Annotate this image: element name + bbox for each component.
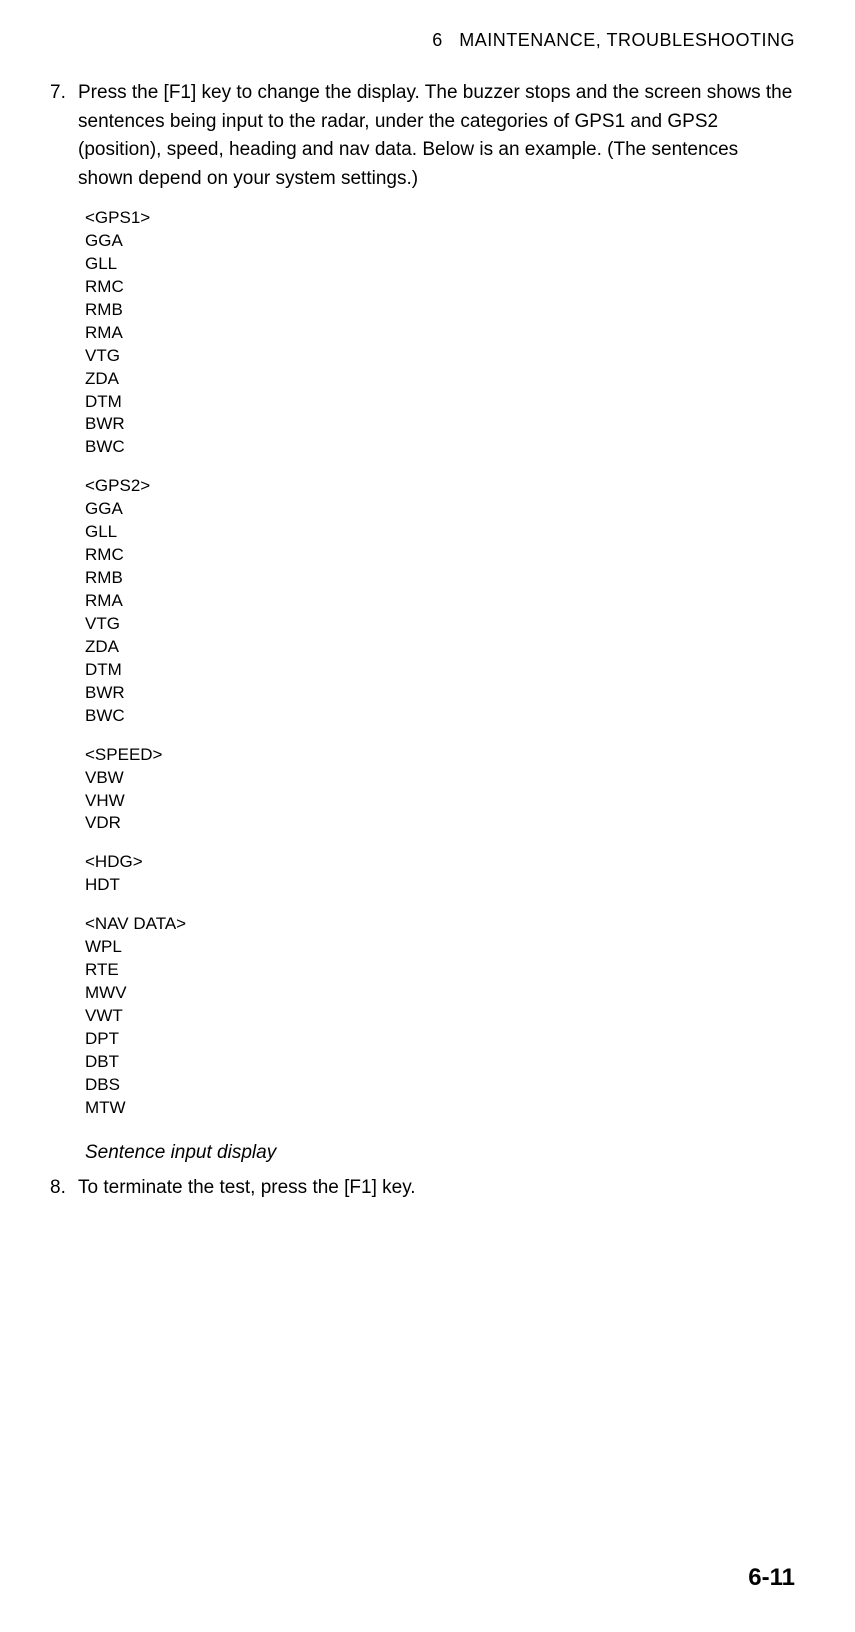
code-line: HDT [85,874,795,897]
code-line: VHW [85,790,795,813]
chapter-title: MAINTENANCE, TROUBLESHOOTING [459,30,795,50]
code-line: RMC [85,276,795,299]
code-line: DTM [85,391,795,414]
code-line: VTG [85,613,795,636]
code-line: GGA [85,498,795,521]
step-7: 7. Press the [F1] key to change the disp… [50,79,795,193]
step-8-number: 8. [50,1174,78,1203]
code-line: DPT [85,1028,795,1051]
code-line: VTG [85,345,795,368]
code-line: VWT [85,1005,795,1028]
code-group-heading: <GPS1> [85,207,795,230]
code-line: BWC [85,436,795,459]
step-8: 8. To terminate the test, press the [F1]… [50,1174,795,1203]
code-line: ZDA [85,368,795,391]
sentence-code-block: <GPS1>GGAGLLRMCRMBRMAVTGZDADTMBWRBWC<GPS… [85,207,795,1120]
code-line: RMA [85,322,795,345]
code-group-heading: <HDG> [85,851,795,874]
code-line: RMC [85,544,795,567]
code-line: WPL [85,936,795,959]
chapter-number: 6 [432,30,443,50]
code-line: ZDA [85,636,795,659]
code-line: RMB [85,567,795,590]
code-line: MTW [85,1097,795,1120]
code-line: RMA [85,590,795,613]
code-line: DTM [85,659,795,682]
code-group-heading: <SPEED> [85,744,795,767]
code-line: GGA [85,230,795,253]
code-line: RMB [85,299,795,322]
code-line: BWC [85,705,795,728]
code-line: VDR [85,812,795,835]
code-line: BWR [85,682,795,705]
code-group-heading: <GPS2> [85,475,795,498]
code-line: RTE [85,959,795,982]
code-line: VBW [85,767,795,790]
code-group: <GPS1>GGAGLLRMCRMBRMAVTGZDADTMBWRBWC [85,207,795,459]
code-group: <HDG>HDT [85,851,795,897]
code-line: GLL [85,253,795,276]
code-group: <NAV DATA>WPLRTEMWVVWTDPTDBTDBSMTW [85,913,795,1119]
code-group: <GPS2>GGAGLLRMCRMBRMAVTGZDADTMBWRBWC [85,475,795,727]
code-group-heading: <NAV DATA> [85,913,795,936]
code-line: DBS [85,1074,795,1097]
code-group: <SPEED>VBWVHWVDR [85,744,795,836]
code-line: MWV [85,982,795,1005]
page-header: 6 MAINTENANCE, TROUBLESHOOTING [50,30,795,51]
step-8-text: To terminate the test, press the [F1] ke… [78,1174,795,1203]
figure-caption: Sentence input display [85,1142,795,1164]
code-line: DBT [85,1051,795,1074]
page-number: 6-11 [748,1564,795,1592]
code-line: BWR [85,413,795,436]
step-7-number: 7. [50,79,78,193]
step-7-text: Press the [F1] key to change the display… [78,79,795,193]
code-line: GLL [85,521,795,544]
